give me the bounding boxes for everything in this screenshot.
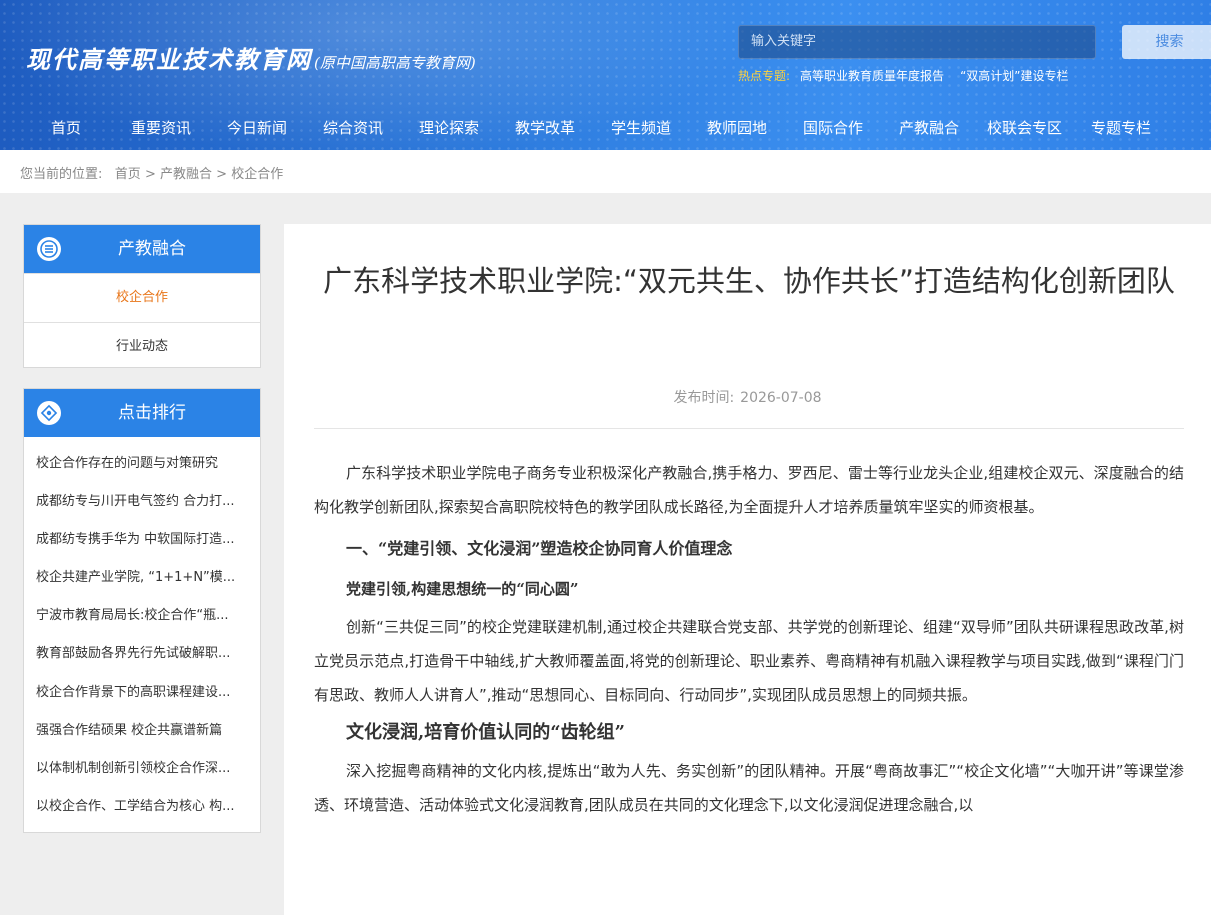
- category-box: 产教融合 校企合作 行业动态: [23, 224, 261, 368]
- logo-main-text: 现代高等职业技术教育网: [26, 45, 312, 74]
- hot-topics: 热点专题: 高等职业教育质量年度报告 “双高计划”建设专栏: [738, 67, 1069, 84]
- sidebar-item[interactable]: 行业动态: [24, 322, 260, 371]
- ranking-header: 点击排行: [24, 389, 260, 437]
- breadcrumb-link[interactable]: 校企合作: [231, 167, 283, 182]
- ranking-link[interactable]: 以体制机制创新引领校企合作深...: [24, 750, 260, 788]
- ranking-link[interactable]: 以校企合作、工学结合为核心 构...: [24, 788, 260, 826]
- ranking-link[interactable]: 校企共建产业学院, “1+1+N”模...: [24, 559, 260, 597]
- breadcrumb-sep: >: [144, 167, 156, 182]
- ranking-title: 点击排行: [118, 403, 186, 423]
- nav-item[interactable]: 教学改革: [515, 112, 575, 144]
- publish-date-value: 2026-07-08: [740, 390, 822, 406]
- site-logo[interactable]: 现代高等职业技术教育网 (原中国高职高专教育网): [26, 40, 476, 74]
- breadcrumb-link[interactable]: 首页: [115, 167, 141, 182]
- hot-topics-label: 热点专题:: [738, 69, 791, 83]
- nav-item[interactable]: 专题专栏: [1091, 112, 1151, 144]
- ranking-link[interactable]: 成都纺专携手华为 中软国际打造...: [24, 521, 260, 559]
- ranking-link[interactable]: 校企合作存在的问题与对策研究: [24, 445, 260, 483]
- nav-item-home[interactable]: 首页: [51, 112, 81, 144]
- nav-item[interactable]: 国际合作: [803, 112, 863, 144]
- nav-item[interactable]: 校联会专区: [987, 112, 1062, 144]
- search-input[interactable]: 输入关键字: [738, 25, 1096, 59]
- divider: [314, 428, 1184, 429]
- main-nav: 首页 重要资讯 今日新闻 综合资讯 理论探索 教学改革 学生频道 教师园地 国际…: [0, 112, 1211, 144]
- ranking-list: 校企合作存在的问题与对策研究 成都纺专与川开电气签约 合力打... 成都纺专携手…: [24, 437, 260, 826]
- sidebar-item-active[interactable]: 校企合作: [24, 273, 260, 322]
- article-paragraph: 深入挖掘粤商精神的文化内核,提炼出“敢为人先、务实创新”的团队精神。开展“粤商故…: [314, 762, 1184, 814]
- section-heading: 一、“党建引领、文化浸润”塑造校企协同育人价值理念: [346, 539, 733, 558]
- ranking-link[interactable]: 校企合作背景下的高职课程建设...: [24, 674, 260, 712]
- search-button[interactable]: 搜索: [1122, 25, 1211, 59]
- breadcrumb-prefix: 您当前的位置:: [20, 167, 103, 182]
- subsection-heading: 党建引领,构建思想统一的“同心圆”: [346, 580, 579, 598]
- category-header: 产教融合: [24, 225, 260, 273]
- nav-item[interactable]: 今日新闻: [227, 112, 287, 144]
- ranking-link[interactable]: 宁波市教育局局长:校企合作“瓶...: [24, 597, 260, 635]
- subsection-heading: 文化浸润,培育价值认同的“齿轮组”: [346, 722, 625, 743]
- publish-date-label: 发布时间:: [673, 390, 735, 406]
- logo-sub-text: (原中国高职高专教育网): [314, 54, 476, 72]
- breadcrumb: 您当前的位置: 首页 > 产教融合 > 校企合作: [0, 150, 1211, 193]
- nav-item[interactable]: 理论探索: [419, 112, 479, 144]
- category-title: 产教融合: [118, 239, 186, 259]
- breadcrumb-link[interactable]: 产教融合: [160, 167, 212, 182]
- ranking-link[interactable]: 强强合作结硕果 校企共赢谱新篇: [24, 712, 260, 750]
- nav-item[interactable]: 重要资讯: [131, 112, 191, 144]
- nav-item[interactable]: 综合资讯: [323, 112, 383, 144]
- nav-item[interactable]: 学生频道: [611, 112, 671, 144]
- ranking-link[interactable]: 教育部鼓励各界先行先试破解职...: [24, 635, 260, 673]
- article-paragraph: 创新“三共促三同”的校企党建联建机制,通过校企共建联合党支部、共学党的创新理论、…: [314, 618, 1184, 704]
- article-paragraph: 广东科学技术职业学院电子商务专业积极深化产教融合,携手格力、罗西尼、雷士等行业龙…: [314, 464, 1184, 516]
- article-body: 广东科学技术职业学院电子商务专业积极深化产教融合,携手格力、罗西尼、雷士等行业龙…: [314, 456, 1184, 822]
- ranking-box: 点击排行 校企合作存在的问题与对策研究 成都纺专与川开电气签约 合力打... 成…: [23, 388, 261, 833]
- publish-date: 发布时间: 2026-07-08: [284, 387, 1211, 407]
- site-header: 现代高等职业技术教育网 (原中国高职高专教育网) 输入关键字 搜索 热点专题: 高…: [0, 0, 1211, 150]
- ranking-link[interactable]: 成都纺专与川开电气签约 合力打...: [24, 483, 260, 521]
- breadcrumb-sep: >: [216, 167, 228, 182]
- hot-topic-link[interactable]: “双高计划”建设专栏: [960, 69, 1068, 83]
- article: 广东科学技术职业学院:“双元共生、协作共长”打造结构化创新团队 发布时间: 202…: [284, 224, 1211, 915]
- article-title: 广东科学技术职业学院:“双元共生、协作共长”打造结构化创新团队: [323, 264, 1175, 298]
- hot-topic-link[interactable]: 高等职业教育质量年度报告: [800, 69, 944, 83]
- nav-item[interactable]: 教师园地: [707, 112, 767, 144]
- nav-item[interactable]: 产教融合: [899, 112, 959, 144]
